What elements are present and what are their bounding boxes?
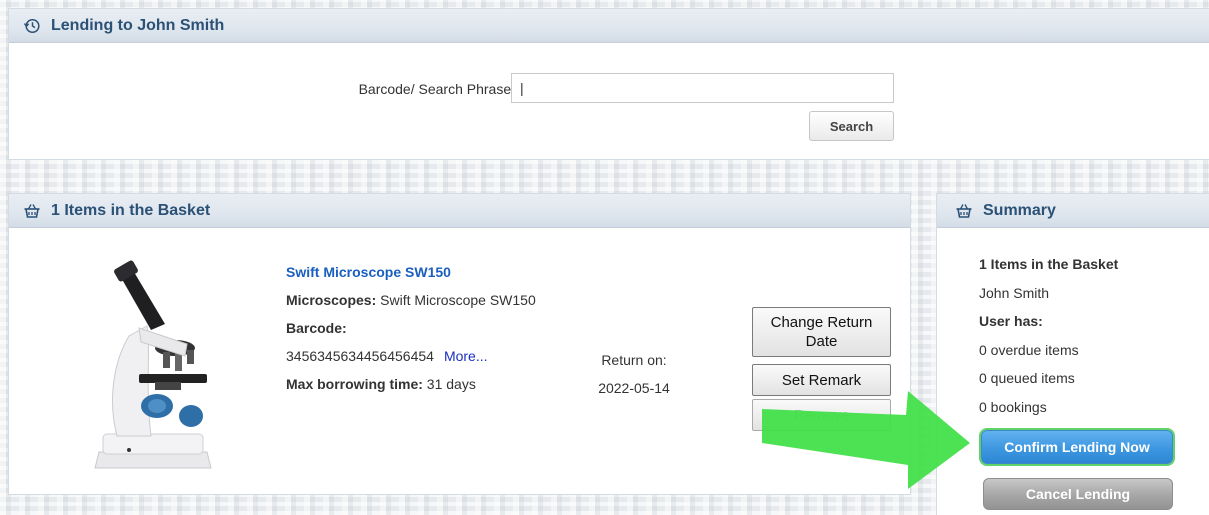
microscope-image xyxy=(59,256,249,478)
basket-panel: 1 Items in the Basket Swift Microscope S… xyxy=(8,193,911,495)
more-link[interactable]: More... xyxy=(444,348,488,364)
lending-panel: Lending to John Smith Barcode/ Search Ph… xyxy=(8,8,1209,160)
category-value: Swift Microscope SW150 xyxy=(380,292,536,308)
lending-panel-title: Lending to John Smith xyxy=(51,16,225,34)
search-label: Barcode/ Search Phrase: xyxy=(358,81,515,97)
summary-queued: 0 queued items xyxy=(979,370,1075,386)
item-details: Swift Microscope SW150 Microscopes: Swif… xyxy=(286,258,546,398)
max-borrow-value: 31 days xyxy=(426,376,476,392)
barcode-value: 3456345634456456454 xyxy=(286,348,434,364)
basket-icon xyxy=(955,202,973,220)
search-input[interactable] xyxy=(511,73,894,103)
basket-panel-header: 1 Items in the Basket xyxy=(9,194,910,228)
summary-panel-header: Summary xyxy=(937,194,1209,228)
barcode-label: Barcode: xyxy=(286,320,347,336)
summary-panel: Summary 1 Items in the Basket John Smith… xyxy=(936,193,1209,515)
summary-panel-title: Summary xyxy=(983,201,1056,219)
summary-user-has-label: User has: xyxy=(979,313,1043,329)
summary-bookings: 0 bookings xyxy=(979,398,1047,415)
item-barcode-block: Barcode: 3456345634456456454 More... xyxy=(286,314,546,370)
set-remark-button[interactable]: Set Remark xyxy=(752,364,891,396)
return-block: Return on: 2022-05-14 xyxy=(589,346,679,402)
summary-overdue: 0 overdue items xyxy=(979,341,1079,358)
confirm-lending-button[interactable]: Confirm Lending Now xyxy=(981,430,1173,464)
item-title-link[interactable]: Swift Microscope SW150 xyxy=(286,258,546,286)
search-button[interactable]: Search xyxy=(809,111,894,141)
change-return-date-button[interactable]: Change Return Date xyxy=(752,307,891,357)
summary-user-name: John Smith xyxy=(979,284,1050,301)
max-borrow-label: Max borrowing time: xyxy=(286,376,423,392)
return-date: 2022-05-14 xyxy=(598,380,670,396)
cancel-lending-button[interactable]: Cancel Lending xyxy=(983,478,1173,510)
remove-button[interactable]: Remove xyxy=(752,399,891,431)
lending-panel-header: Lending to John Smith xyxy=(9,9,1209,43)
basket-icon xyxy=(23,202,41,220)
item-category-line: Microscopes: Swift Microscope SW150 xyxy=(286,286,546,314)
return-label: Return on: xyxy=(601,352,667,368)
summary-body: 1 Items in the Basket John Smith User ha… xyxy=(979,250,1118,421)
basket-panel-title: 1 Items in the Basket xyxy=(51,201,211,219)
item-max-borrow-line: Max borrowing time: 31 days xyxy=(286,370,546,398)
summary-items-count: 1 Items in the Basket xyxy=(979,256,1119,272)
category-label: Microscopes: xyxy=(286,292,377,308)
history-icon xyxy=(23,17,41,35)
